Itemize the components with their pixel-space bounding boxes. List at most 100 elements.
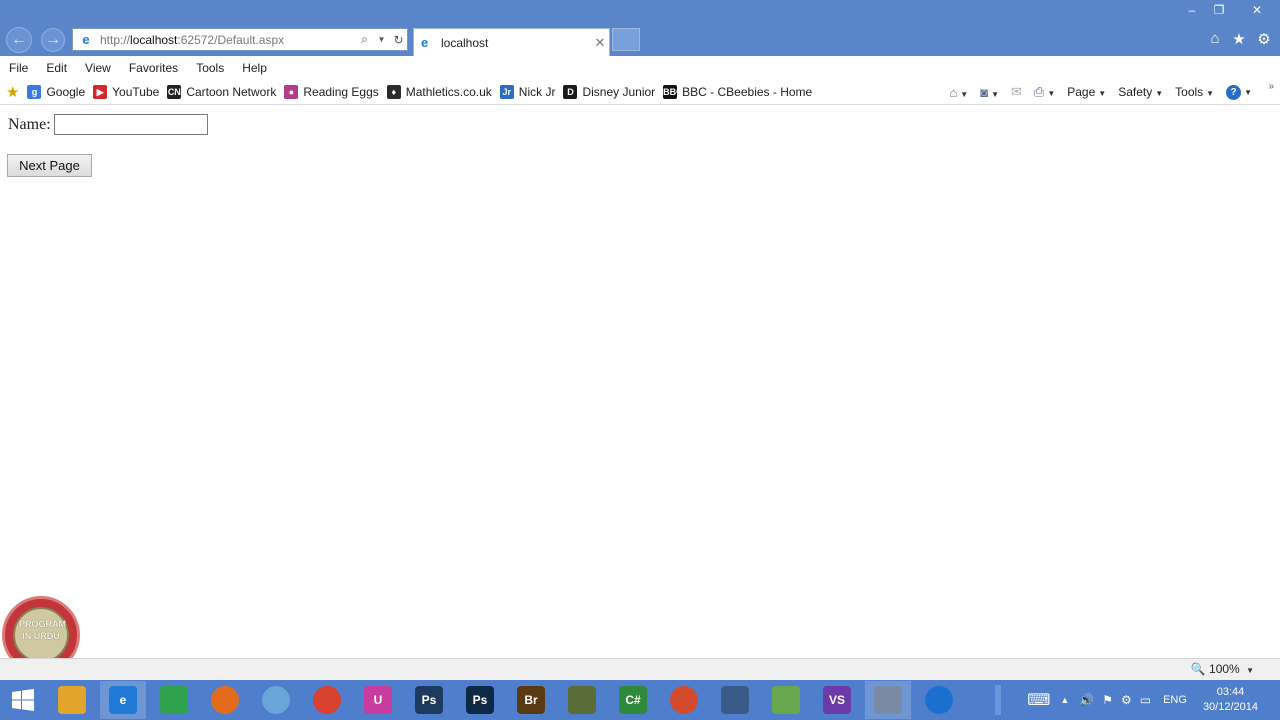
favorite-link-6[interactable]: D Disney Junior	[563, 84, 656, 99]
menu-favorites[interactable]: Favorites	[120, 61, 187, 75]
address-bar[interactable]: e http://localhost:62572/Default.aspx ⌕ …	[72, 28, 408, 51]
volume-icon[interactable]: 🔊	[1079, 693, 1094, 707]
logo-text: PROGRAM IN URDU	[19, 619, 66, 641]
refresh-icon[interactable]: ↻	[390, 33, 407, 47]
home-cmd-icon[interactable]: ⌂ ▼	[949, 85, 968, 100]
favorite-link-0[interactable]: g Google	[27, 84, 86, 99]
tab-localhost[interactable]: e localhost ✕	[413, 28, 610, 56]
tools-menu-label: Tools	[1175, 85, 1204, 99]
dropdown-icon[interactable]: ▼	[373, 35, 390, 44]
taskbar-csharp[interactable]: C#	[610, 681, 656, 719]
taskbar-photoshop-2[interactable]: Ps	[457, 681, 503, 719]
restore-icon[interactable]: ❐	[1205, 0, 1233, 22]
favorite-label: Google	[46, 84, 86, 99]
tools-menu[interactable]: Tools ▼	[1175, 85, 1214, 99]
taskbar-store[interactable]	[151, 681, 197, 719]
safety-menu-label: Safety	[1118, 85, 1153, 99]
photoshop-2-icon: Ps	[466, 686, 494, 714]
clock-time: 03:44	[1216, 686, 1245, 698]
address-url[interactable]: http://localhost:62572/Default.aspx	[100, 33, 356, 47]
show-hidden-icons[interactable]	[995, 685, 1002, 715]
page-content: Name: Next Page PROGRAM IN URDU	[0, 106, 1280, 674]
tools-app-icon	[874, 686, 902, 714]
taskbar-file-explorer[interactable]	[49, 681, 95, 719]
home-icon[interactable]: ⌂	[1204, 30, 1226, 50]
menu-bar: File Edit View Favorites Tools Help	[0, 56, 1280, 79]
favorite-link-1[interactable]: ▶ YouTube	[93, 84, 160, 99]
page-icon: e	[82, 31, 90, 47]
taskbar-app-orange[interactable]	[661, 681, 707, 719]
network-icon[interactable]: ⚙	[1121, 693, 1132, 707]
next-page-button[interactable]: Next Page	[7, 154, 92, 177]
add-favorite-icon[interactable]: ★	[6, 83, 19, 101]
safety-menu[interactable]: Safety ▼	[1118, 85, 1163, 99]
bridge-icon: Br	[517, 686, 545, 714]
overflow-chevron-icon[interactable]: »	[1268, 81, 1274, 92]
search-icon[interactable]: ⌕	[356, 32, 373, 47]
favorite-label: Cartoon Network	[186, 84, 277, 99]
tray-chevron-icon[interactable]: ▲	[1060, 695, 1069, 705]
taskbar-safari[interactable]	[253, 681, 299, 719]
favorite-label: Reading Eggs	[303, 84, 379, 99]
favorite-label: Disney Junior	[582, 84, 656, 99]
new-tab-button[interactable]	[612, 28, 640, 51]
menu-help[interactable]: Help	[233, 61, 276, 75]
menu-tools[interactable]: Tools	[187, 61, 233, 75]
favorite-icon: ▶	[93, 84, 108, 99]
page-menu-label: Page	[1067, 85, 1096, 99]
gear-icon[interactable]: ⚙	[1253, 30, 1275, 50]
browser-titlebar: ← → e http://localhost:62572/Default.asp…	[0, 0, 1280, 56]
taskbar-firefox[interactable]	[202, 681, 248, 719]
favorite-label: YouTube	[112, 84, 160, 99]
print-icon[interactable]: ⎙ ▼	[1034, 84, 1055, 100]
taskbar-app-doc[interactable]	[712, 681, 758, 719]
favorite-link-5[interactable]: Jr Nick Jr	[499, 84, 555, 99]
taskbar-teamviewer[interactable]	[916, 681, 962, 719]
name-input[interactable]	[54, 114, 208, 135]
minimize-icon[interactable]: –	[1178, 0, 1206, 22]
favorite-icon: ●	[284, 84, 299, 99]
taskbar-app-green-box[interactable]	[559, 681, 605, 719]
file-explorer-icon	[58, 686, 86, 714]
url-rest: :62572/Default.aspx	[177, 32, 285, 47]
favorite-label: Mathletics.co.uk	[405, 84, 492, 99]
taskbar-bridge[interactable]: Br	[508, 681, 554, 719]
windows-logo-icon	[12, 689, 34, 711]
back-arrow-icon[interactable]: ←	[6, 27, 32, 53]
keyboard-icon[interactable]: ⌨	[1027, 690, 1050, 710]
app-notepad-icon	[772, 686, 800, 714]
taskbar-internet-explorer[interactable]: e	[100, 681, 146, 719]
zoom-icon: 🔍	[1190, 662, 1206, 676]
favorite-link-3[interactable]: ● Reading Eggs	[284, 84, 379, 99]
monitor-icon[interactable]: ▭	[1140, 693, 1151, 707]
clock[interactable]: 03:44 30/12/2014	[1203, 685, 1258, 715]
clock-date: 30/12/2014	[1202, 701, 1258, 713]
feeds-icon[interactable]: ◙ ▼	[980, 85, 999, 100]
favorites-star-icon[interactable]: ★	[1228, 30, 1250, 50]
app-orange-icon	[670, 686, 698, 714]
favorite-link-7[interactable]: BBC BBC - CBeebies - Home	[663, 84, 812, 99]
language-indicator[interactable]: ENG	[1163, 694, 1187, 706]
app-green-box-icon	[568, 686, 596, 714]
page-menu[interactable]: Page ▼	[1067, 85, 1106, 99]
flag-icon[interactable]: ⚑	[1102, 693, 1113, 707]
taskbar-photoshop-1[interactable]: Ps	[406, 681, 452, 719]
forward-arrow-icon[interactable]: →	[41, 28, 65, 52]
favorite-link-2[interactable]: CN Cartoon Network	[167, 84, 277, 99]
taskbar-visual-studio[interactable]: VS	[814, 681, 860, 719]
taskbar-tools-app[interactable]	[865, 681, 911, 719]
zoom-control[interactable]: 🔍 100% ▼	[1191, 662, 1254, 676]
menu-view[interactable]: View	[76, 61, 120, 75]
mail-icon[interactable]: ✉	[1011, 84, 1022, 100]
menu-edit[interactable]: Edit	[37, 61, 76, 75]
start-button[interactable]	[0, 681, 46, 719]
help-icon[interactable]: ? ▼	[1226, 84, 1252, 100]
taskbar-app-notepad[interactable]	[763, 681, 809, 719]
close-window-icon[interactable]: ✕	[1241, 0, 1273, 22]
close-tab-icon[interactable]: ✕	[591, 35, 609, 51]
taskbar-app-purple[interactable]: U	[355, 681, 401, 719]
firefox-icon	[211, 686, 239, 714]
favorite-link-4[interactable]: ♦ Mathletics.co.uk	[386, 84, 492, 99]
taskbar-chrome[interactable]	[304, 681, 350, 719]
menu-file[interactable]: File	[0, 61, 37, 75]
